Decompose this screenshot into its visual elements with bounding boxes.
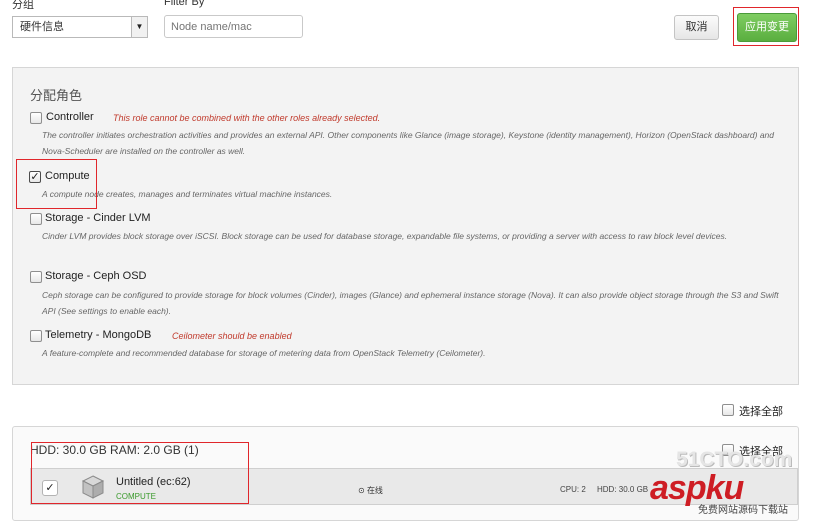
chevron-down-icon[interactable]: ▼: [131, 17, 147, 37]
select-all-checkbox[interactable]: [722, 404, 734, 416]
cinder-checkbox[interactable]: [30, 213, 42, 225]
telemetry-checkbox[interactable]: [30, 330, 42, 342]
filter-input[interactable]: [164, 15, 303, 38]
highlight-compute-box: [16, 159, 97, 209]
role-desc-ceph: Ceph storage can be configured to provid…: [42, 290, 779, 316]
ceph-checkbox[interactable]: [30, 271, 42, 283]
filter-by-label: Filter By: [164, 0, 205, 8]
role-desc-compute: A compute node creates, manages and term…: [42, 189, 333, 199]
role-name-cinder: Storage - Cinder LVM: [45, 212, 151, 224]
roles-title: 分配角色: [30, 88, 83, 103]
role-warning-controller: This role cannot be combined with the ot…: [113, 113, 381, 123]
group-by-label: 分组: [12, 0, 34, 11]
cancel-button[interactable]: 取消: [674, 15, 719, 40]
role-desc-controller: The controller initiates orchestration a…: [42, 130, 775, 156]
status-online-icon: ⊙: [358, 486, 365, 495]
role-name-telemetry: Telemetry - MongoDB: [45, 329, 152, 341]
role-desc-cinder: Cinder LVM provides block storage over i…: [42, 231, 728, 241]
node-status: ⊙ 在线: [358, 485, 383, 496]
node-status-label: 在线: [366, 486, 383, 495]
role-desc-telemetry: A feature-complete and recommended datab…: [42, 348, 486, 358]
highlight-apply-box: [733, 7, 799, 46]
role-name-ceph: Storage - Ceph OSD: [45, 270, 147, 282]
group-by-select[interactable]: 硬件信息 ▼: [12, 16, 148, 38]
select-all-label: 选择全部: [739, 406, 783, 418]
highlight-node-box: [31, 442, 249, 504]
group-by-value: 硬件信息: [20, 21, 64, 33]
watermark-tagline: 免费网站源码下载站: [698, 505, 788, 516]
node-cpu: CPU: 2: [560, 485, 586, 494]
controller-checkbox[interactable]: [30, 112, 42, 124]
node-hdd: HDD: 30.0 GB: [597, 485, 649, 494]
role-name-controller: Controller: [46, 111, 94, 123]
role-warning-telemetry: Ceilometer should be enabled: [172, 331, 292, 341]
